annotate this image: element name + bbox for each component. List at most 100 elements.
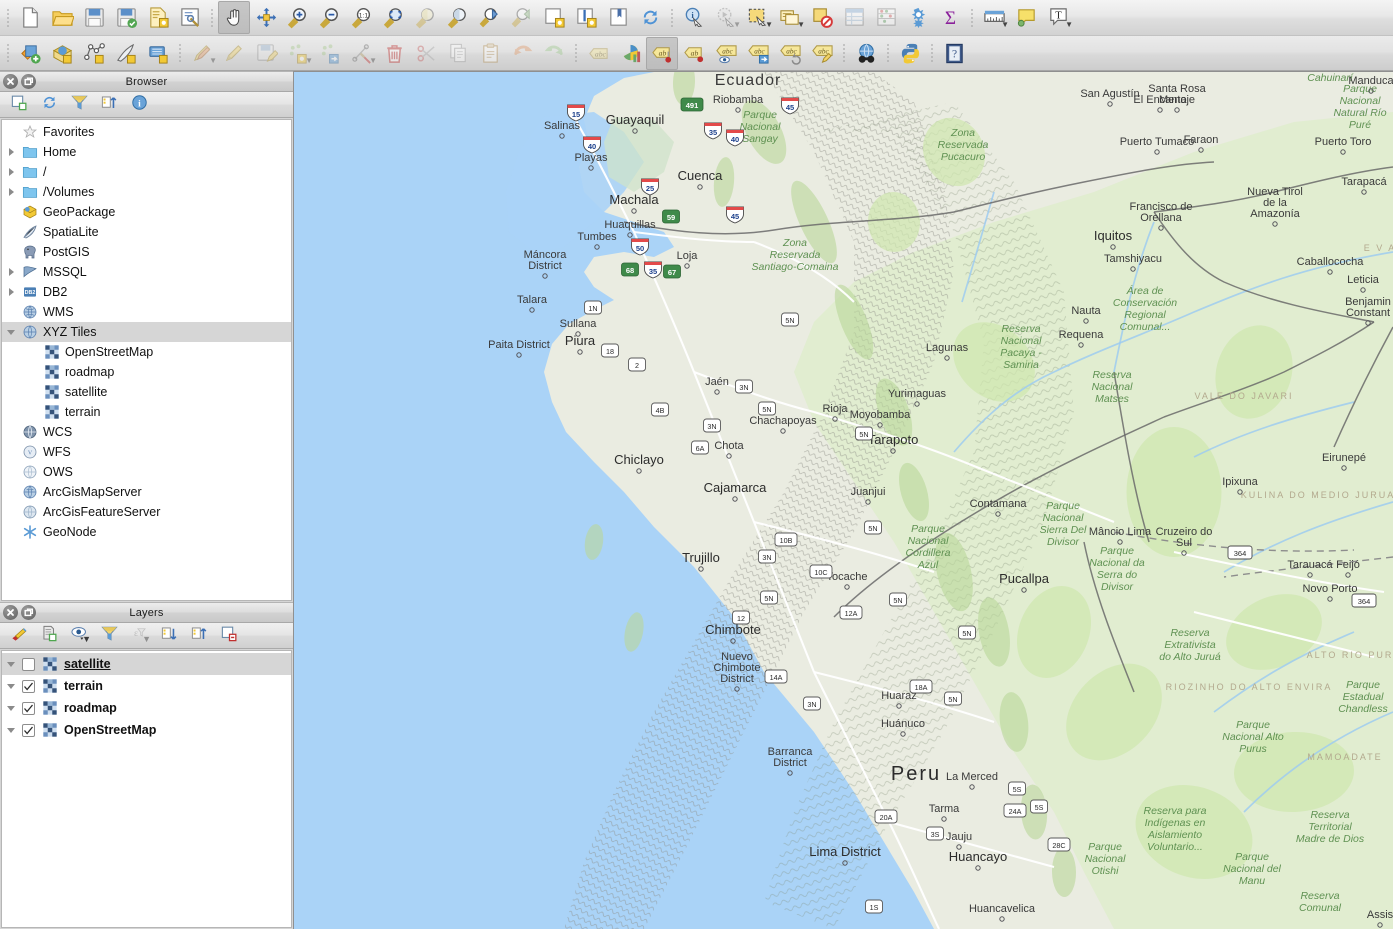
deselect-features-button[interactable] bbox=[806, 1, 838, 34]
layer-expander[interactable] bbox=[2, 661, 20, 667]
browser-item-roadmap[interactable]: roadmap bbox=[2, 362, 291, 382]
browser-item-geonode[interactable]: GeoNode bbox=[2, 522, 291, 542]
move-label-button[interactable]: abc bbox=[742, 37, 774, 70]
layer-row-satellite[interactable]: satellite bbox=[2, 653, 291, 675]
browser-item-favorites[interactable]: Favorites bbox=[2, 122, 291, 142]
add-mesh-layer-button[interactable] bbox=[78, 37, 110, 70]
delete-selected-button[interactable] bbox=[378, 37, 410, 70]
rotate-label-button[interactable]: abc bbox=[774, 37, 806, 70]
add-raster-layer-button[interactable] bbox=[46, 37, 78, 70]
tree-expander[interactable] bbox=[2, 168, 20, 176]
help-button[interactable]: ? bbox=[938, 37, 970, 70]
layer-visibility-checkbox[interactable] bbox=[22, 679, 35, 693]
layers-tree[interactable]: satellite terrain roadmap OpenStreetMap bbox=[1, 650, 292, 928]
browser-item-wms[interactable]: WMS bbox=[2, 302, 291, 322]
add-feature-button[interactable]: ▼ bbox=[282, 37, 314, 70]
add-selected-layers-button[interactable] bbox=[5, 93, 33, 117]
zoom-to-selection-button[interactable] bbox=[410, 1, 442, 34]
browser-tree[interactable]: Favorites Home / /Volumes GeoPackage Spa… bbox=[1, 119, 292, 601]
browser-properties-button[interactable]: i bbox=[125, 93, 153, 117]
browser-item-geopackage[interactable]: GeoPackage bbox=[2, 202, 291, 222]
select-by-expression-button[interactable]: ▼ bbox=[774, 1, 806, 34]
browser-item-wcs[interactable]: WCS bbox=[2, 422, 291, 442]
pan-map-button[interactable] bbox=[218, 1, 250, 34]
filter-legend-expression-button[interactable]: ε ▼ bbox=[125, 624, 153, 648]
cut-features-button[interactable] bbox=[410, 37, 442, 70]
browser-close-button[interactable] bbox=[3, 74, 18, 89]
zoom-next-button[interactable] bbox=[506, 1, 538, 34]
current-edits-button[interactable]: ▼ bbox=[186, 37, 218, 70]
filter-browser-button[interactable] bbox=[65, 93, 93, 117]
new-map-view-button[interactable] bbox=[538, 1, 570, 34]
diagram-button[interactable] bbox=[614, 37, 646, 70]
redo-button[interactable] bbox=[538, 37, 570, 70]
browser-item-arcgismapserver[interactable]: ArcGisMapServer bbox=[2, 482, 291, 502]
measure-line-button[interactable]: ▼ bbox=[978, 1, 1010, 34]
copy-features-button[interactable] bbox=[442, 37, 474, 70]
browser-item-spatialite[interactable]: SpatiaLite bbox=[2, 222, 291, 242]
paste-features-button[interactable] bbox=[474, 37, 506, 70]
zoom-last-button[interactable] bbox=[474, 1, 506, 34]
browser-item-home[interactable]: Home bbox=[2, 142, 291, 162]
bookmarks-button[interactable] bbox=[602, 1, 634, 34]
node-tool-button[interactable]: ▼ bbox=[346, 37, 378, 70]
browser-item-xyz-tiles[interactable]: XYZ Tiles bbox=[2, 322, 291, 342]
browser-item-ows[interactable]: OWS bbox=[2, 462, 291, 482]
layer-visibility-checkbox[interactable] bbox=[22, 701, 35, 715]
browser-float-button[interactable] bbox=[21, 74, 36, 89]
tree-expander[interactable] bbox=[2, 329, 20, 335]
open-project-button[interactable] bbox=[46, 1, 78, 34]
run-feature-action-button[interactable]: ▼ bbox=[710, 1, 742, 34]
layers-close-button[interactable] bbox=[3, 605, 18, 620]
manage-layer-visibility-button[interactable]: ▼ bbox=[65, 624, 93, 648]
collapse-all-button[interactable] bbox=[185, 624, 213, 648]
pin-labels-button[interactable]: ab bbox=[646, 36, 678, 70]
layer-row-terrain[interactable]: terrain bbox=[2, 675, 291, 697]
expand-all-button[interactable] bbox=[155, 624, 183, 648]
undo-button[interactable] bbox=[506, 37, 538, 70]
filter-legend-button[interactable] bbox=[95, 624, 123, 648]
save-layer-edits-button[interactable] bbox=[250, 37, 282, 70]
save-project-button[interactable] bbox=[78, 1, 110, 34]
layer-visibility-checkbox[interactable] bbox=[22, 723, 35, 737]
browser-item-mssql[interactable]: MSSQL bbox=[2, 262, 291, 282]
tree-expander[interactable] bbox=[2, 188, 20, 196]
select-features-button[interactable]: ▼ bbox=[742, 1, 774, 34]
tree-expander[interactable] bbox=[2, 288, 20, 296]
move-feature-button[interactable] bbox=[314, 37, 346, 70]
add-postgis-layer-button[interactable] bbox=[142, 37, 174, 70]
new-text-annotation-button[interactable]: T ▼ bbox=[1042, 1, 1074, 34]
zoom-full-button[interactable] bbox=[378, 1, 410, 34]
new-3d-map-view-button[interactable] bbox=[570, 1, 602, 34]
zoom-out-button[interactable] bbox=[314, 1, 346, 34]
field-calculator-button[interactable] bbox=[870, 1, 902, 34]
layer-row-openstreetmap[interactable]: OpenStreetMap bbox=[2, 719, 291, 741]
pan-to-selection-button[interactable] bbox=[250, 1, 282, 34]
save-project-as-button[interactable] bbox=[110, 1, 142, 34]
toggle-editing-button[interactable] bbox=[218, 37, 250, 70]
zoom-in-button[interactable] bbox=[282, 1, 314, 34]
new-project-button[interactable] bbox=[14, 1, 46, 34]
new-print-layout-button[interactable] bbox=[142, 1, 174, 34]
layer-expander[interactable] bbox=[2, 683, 20, 689]
zoom-to-layer-button[interactable] bbox=[442, 1, 474, 34]
open-layer-styling-button[interactable] bbox=[5, 624, 33, 648]
zoom-native-button[interactable]: 1:1 bbox=[346, 1, 378, 34]
map-canvas[interactable]: Ecuador Peru VALE DO JAVARI KULINA DO MEDIO… bbox=[294, 71, 1393, 929]
browser-item-arcgisfeatureserver[interactable]: ArcGisFeatureServer bbox=[2, 502, 291, 522]
layers-float-button[interactable] bbox=[21, 605, 36, 620]
identify-features-button[interactable]: i bbox=[678, 1, 710, 34]
highlight-labels-button[interactable]: ab bbox=[678, 37, 710, 70]
collapse-all-button[interactable] bbox=[95, 93, 123, 117]
statistical-summary-button[interactable]: Σ bbox=[934, 1, 966, 34]
remove-layer-button[interactable] bbox=[215, 624, 243, 648]
layer-visibility-checkbox[interactable] bbox=[22, 657, 35, 671]
add-vector-layer-button[interactable] bbox=[14, 37, 46, 70]
layer-row-roadmap[interactable]: roadmap bbox=[2, 697, 291, 719]
browser-item-terrain[interactable]: terrain bbox=[2, 402, 291, 422]
browser-item-postgis[interactable]: PostGIS bbox=[2, 242, 291, 262]
tree-expander[interactable] bbox=[2, 268, 20, 276]
refresh-browser-button[interactable] bbox=[35, 93, 63, 117]
layer-expander[interactable] bbox=[2, 727, 20, 733]
add-group-button[interactable] bbox=[35, 624, 63, 648]
